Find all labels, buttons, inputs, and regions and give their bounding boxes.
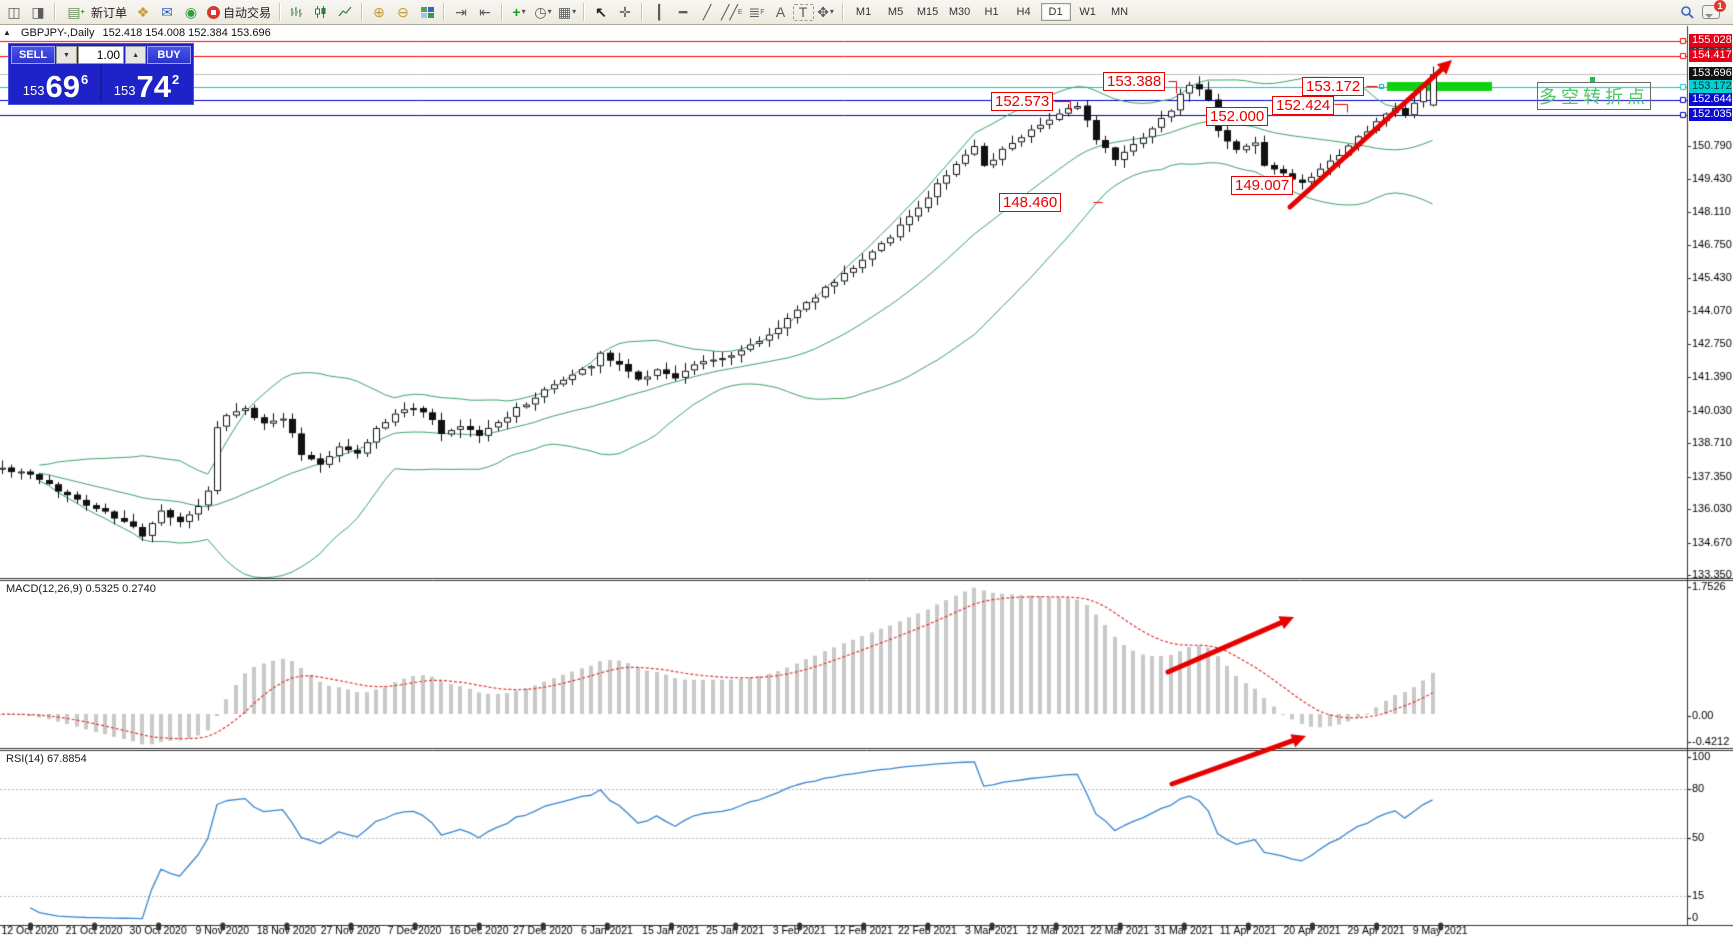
sell-price-pip: 6 <box>81 72 88 87</box>
toolbar-separator <box>501 3 503 21</box>
text-label-icon[interactable]: T <box>793 4 814 21</box>
timeframe-D1[interactable]: D1 <box>1041 3 1071 21</box>
crosshair-icon[interactable]: ✛ <box>613 2 637 23</box>
chart-shift-icon[interactable]: ⇤ <box>473 2 497 23</box>
axis-price-tag: 155.028 <box>1689 34 1732 47</box>
candlestick-chart-icon[interactable] <box>309 2 333 23</box>
notification-badge: 1 <box>1714 0 1726 12</box>
timeframe-W1[interactable]: W1 <box>1073 3 1103 21</box>
one-click-trading-panel: SELL ▼ ▲ BUY 153 69 6 153 74 2 <box>8 43 194 105</box>
price-annotation-label[interactable]: 148.460 <box>999 193 1061 212</box>
price-annotation-label[interactable]: 152.424 <box>1272 96 1334 115</box>
toolbar-right-group: 1 <box>1675 2 1731 23</box>
lot-size-input[interactable] <box>78 46 124 64</box>
timeframe-M30[interactable]: M30 <box>945 3 975 21</box>
fibonacci-icon[interactable]: ≣F <box>745 2 769 23</box>
toolbar: ◫ ◨ ▤+ 新订单 ❖ ✉ ◉ 自动交易 ⊕ ⊖ ⇥ ⇤ +▾ ◷▾ ▦▾ ↖… <box>0 0 1733 25</box>
price-annotation-label[interactable]: 153.388 <box>1103 72 1165 91</box>
toolbar-separator <box>54 3 56 21</box>
mail-icon[interactable]: ✉ <box>155 2 179 23</box>
toolbar-separator <box>842 3 844 21</box>
arrows-tool-icon[interactable]: ✥▾ <box>814 2 838 23</box>
buy-price-pip: 2 <box>172 72 179 87</box>
chat-notifications-icon[interactable]: 1 <box>1699 2 1723 23</box>
sell-button[interactable]: SELL <box>11 46 55 64</box>
timeframe-M5[interactable]: M5 <box>881 3 911 21</box>
axis-price-tag: 153.696 <box>1689 67 1732 80</box>
axis-price-tag: 152.644 <box>1689 93 1732 106</box>
tile-windows-icon[interactable] <box>415 2 439 23</box>
auto-trading-label: 自动交易 <box>223 4 271 21</box>
axis-price-tag: 154.417 <box>1689 49 1732 62</box>
search-icon[interactable] <box>1675 2 1699 23</box>
sell-price-big: 69 <box>45 73 79 101</box>
chart-window-icon[interactable]: ◫ <box>2 2 26 23</box>
new-order-button[interactable]: ▤+ 新订单 <box>60 2 131 23</box>
order-controls-row: SELL ▼ ▲ BUY <box>11 46 191 64</box>
gold-symbols-icon[interactable]: ❖ <box>131 2 155 23</box>
axis-price-tag: 152.035 <box>1689 108 1732 121</box>
rsi-indicator-label: RSI(14) 67.8854 <box>6 753 87 765</box>
timeframe-MN[interactable]: MN <box>1105 3 1135 21</box>
lot-decrease-button[interactable]: ▼ <box>56 46 77 64</box>
annotation-text-box[interactable]: 多空转折点 <box>1537 82 1651 110</box>
period-clock-icon[interactable]: ◷▾ <box>531 2 555 23</box>
buy-price-big: 74 <box>136 73 170 101</box>
template-icon[interactable]: ▦▾ <box>555 2 579 23</box>
text-icon[interactable]: A <box>769 2 793 23</box>
price-annotation-label[interactable]: 149.007 <box>1231 176 1293 195</box>
profiles-icon[interactable]: ◨ <box>26 2 50 23</box>
timeframe-M15[interactable]: M15 <box>913 3 943 21</box>
price-chart-canvas[interactable] <box>0 0 1733 939</box>
price-annotation-label[interactable]: 152.573 <box>991 92 1053 111</box>
auto-scroll-icon[interactable]: ⇥ <box>449 2 473 23</box>
buy-button[interactable]: BUY <box>147 46 191 64</box>
sell-price-display[interactable]: 153 69 6 <box>11 65 100 102</box>
auto-trading-icon <box>207 6 220 19</box>
toolbar-separator <box>443 3 445 21</box>
toolbar-separator <box>279 3 281 21</box>
new-order-icon: ▤+ <box>64 2 88 23</box>
new-order-label: 新订单 <box>91 4 127 21</box>
macd-indicator-label: MACD(12,26,9) 0.5325 0.2740 <box>6 583 156 595</box>
buy-price-prefix: 153 <box>114 83 136 98</box>
timeframe-H4[interactable]: H4 <box>1009 3 1039 21</box>
toolbar-separator <box>583 3 585 21</box>
price-display-row: 153 69 6 153 74 2 <box>11 65 191 102</box>
axis-price-tag: 153.172 <box>1689 80 1732 93</box>
ohlc-values: 152.418 154.008 152.384 153.696 <box>102 27 270 39</box>
bar-chart-icon[interactable] <box>285 2 309 23</box>
signal-icon[interactable]: ◉ <box>179 2 203 23</box>
selection-handle[interactable] <box>1590 77 1595 82</box>
price-annotation-label[interactable]: 153.172 <box>1302 77 1364 96</box>
cursor-icon[interactable]: ↖ <box>589 2 613 23</box>
line-chart-icon[interactable] <box>333 2 357 23</box>
vertical-line-icon[interactable]: ┃ <box>647 2 671 23</box>
zoom-in-icon[interactable]: ⊕ <box>367 2 391 23</box>
sell-price-prefix: 153 <box>23 83 45 98</box>
chart-header: ▲ GBPJPY-,Daily 152.418 154.008 152.384 … <box>0 26 271 39</box>
collapse-panel-icon[interactable]: ▲ <box>3 28 11 37</box>
add-indicator-icon[interactable]: +▾ <box>507 2 531 23</box>
timeframe-group: M1M5M15M30H1H4D1W1MN <box>848 3 1136 21</box>
timeframe-H1[interactable]: H1 <box>977 3 1007 21</box>
timeframe-M1[interactable]: M1 <box>849 3 879 21</box>
annotation-text: 多空转折点 <box>1539 83 1649 109</box>
equidistant-channel-icon[interactable]: ╱╱E <box>719 2 745 23</box>
zoom-out-icon[interactable]: ⊖ <box>391 2 415 23</box>
toolbar-separator <box>641 3 643 21</box>
price-annotation-label[interactable]: 152.000 <box>1206 107 1268 126</box>
auto-trading-button[interactable]: 自动交易 <box>203 2 275 23</box>
horizontal-line-icon[interactable]: ━ <box>671 2 695 23</box>
lot-increase-button[interactable]: ▲ <box>125 46 146 64</box>
toolbar-separator <box>361 3 363 21</box>
trendline-icon[interactable]: ╱ <box>695 2 719 23</box>
buy-price-display[interactable]: 153 74 2 <box>102 65 191 102</box>
symbol-period-label: GBPJPY-,Daily <box>21 27 95 39</box>
